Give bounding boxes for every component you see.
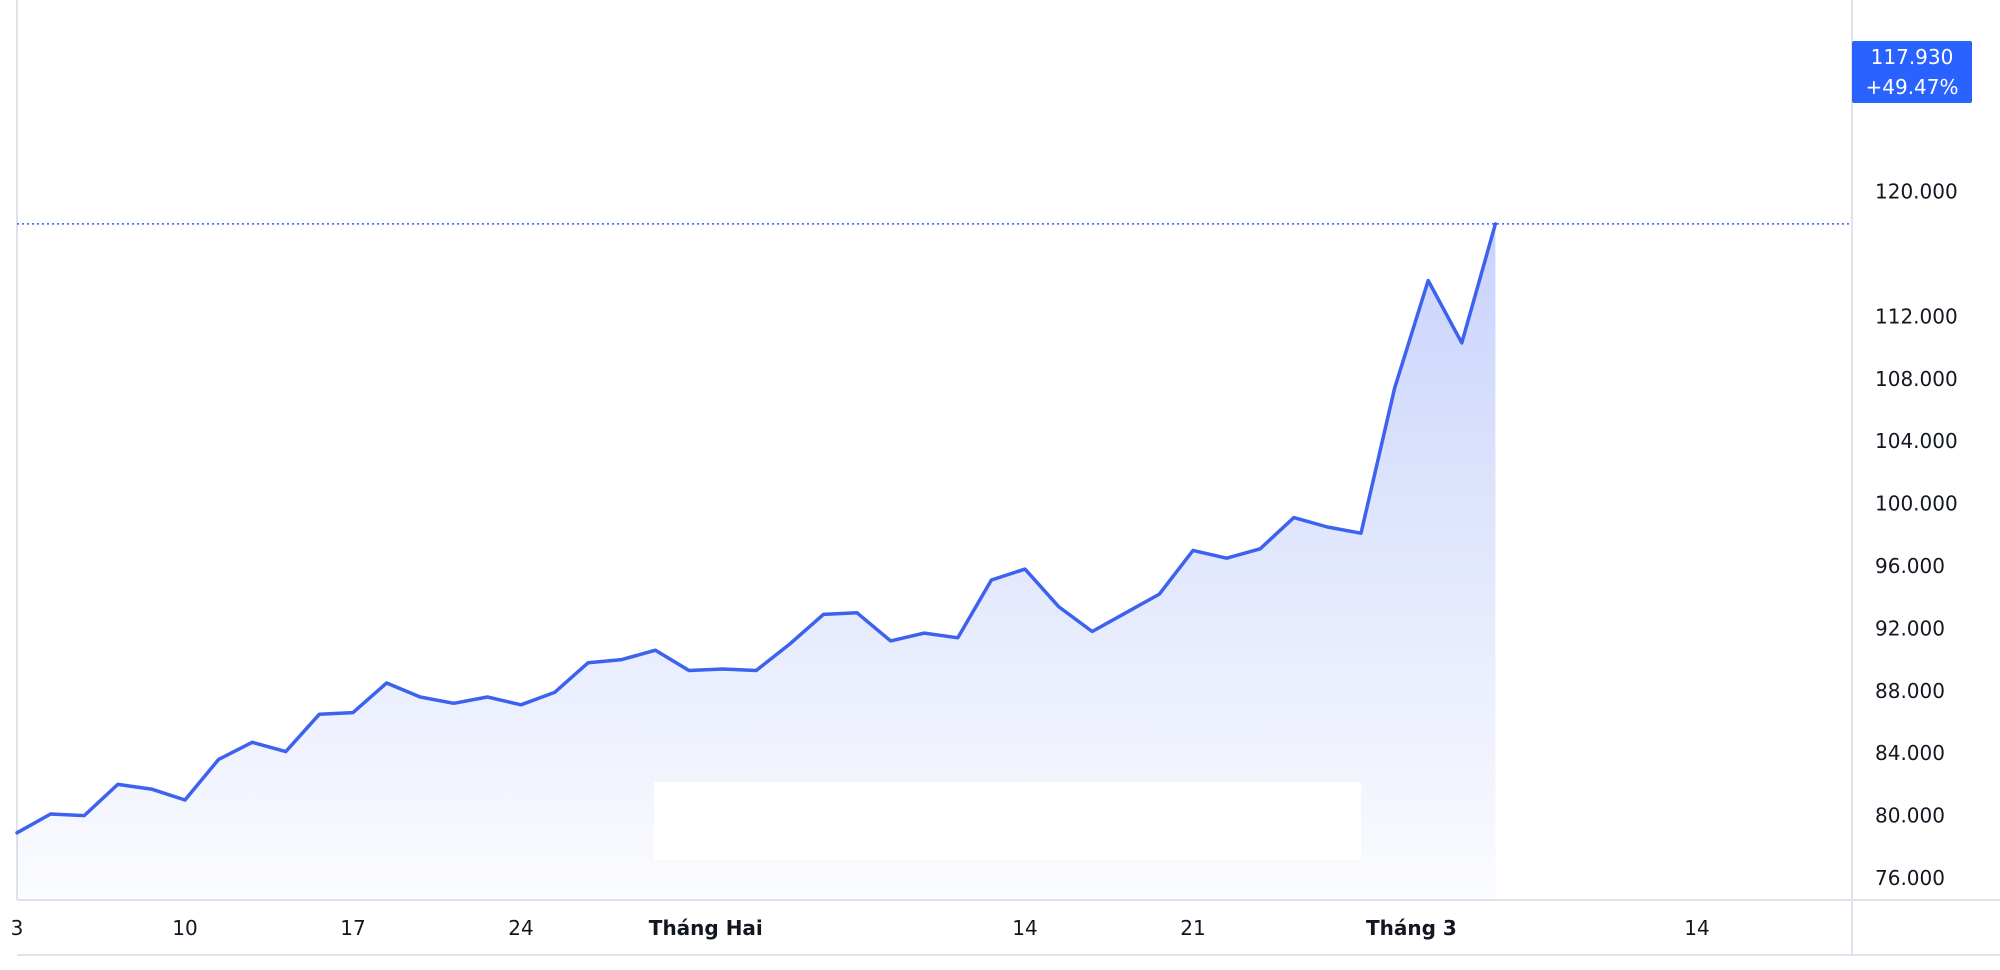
y-tick-label: 120.000 (1875, 180, 1958, 204)
x-tick-label: 3 (11, 916, 24, 940)
y-tick-label: 100.000 (1875, 492, 1958, 516)
y-tick-label: 76.000 (1875, 866, 1945, 890)
y-tick-label: 92.000 (1875, 616, 1945, 640)
last-price-badge: 117.930 +49.47% (1852, 41, 1972, 103)
x-tick-label: 21 (1180, 916, 1205, 940)
x-tick-label: Tháng 3 (1366, 916, 1457, 940)
price-chart[interactable]: 76.000 80.000 84.000 88.000 92.000 96.000 100.… (0, 0, 2000, 970)
y-tick-label: 108.000 (1875, 367, 1958, 391)
x-tick-label: 10 (172, 916, 197, 940)
time-scale-ticks: 3 10 17 24 Tháng Hai 14 21 Tháng 3 14 (11, 916, 1710, 940)
price-chart-svg[interactable]: 76.000 80.000 84.000 88.000 92.000 96.000 100.… (0, 0, 2000, 970)
x-tick-label: 14 (1012, 916, 1037, 940)
y-tick-label: 112.000 (1875, 304, 1958, 328)
y-tick-label: 84.000 (1875, 741, 1945, 765)
y-tick-label: 96.000 (1875, 554, 1945, 578)
watermark-box (654, 782, 1361, 860)
y-tick-label: 80.000 (1875, 804, 1945, 828)
price-scale-ticks: 76.000 80.000 84.000 88.000 92.000 96.000 100.… (1875, 180, 1958, 890)
y-tick-label: 104.000 (1875, 429, 1958, 453)
last-price-value: 117.930 (1871, 45, 1954, 69)
price-change-percent: +49.47% (1865, 75, 1958, 99)
x-tick-label: 24 (508, 916, 533, 940)
x-tick-label: 14 (1684, 916, 1709, 940)
y-tick-label: 88.000 (1875, 679, 1945, 703)
x-tick-label: Tháng Hai (649, 916, 763, 940)
x-tick-label: 17 (340, 916, 365, 940)
